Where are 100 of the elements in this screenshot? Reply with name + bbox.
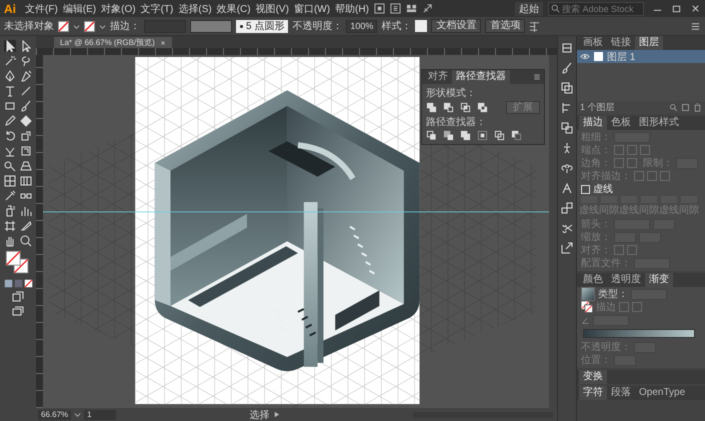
menu-item[interactable]: 效果(C) xyxy=(216,2,251,16)
eyedropper-icon[interactable] xyxy=(4,190,16,202)
align-grid-icon[interactable] xyxy=(529,20,540,32)
panel-tab[interactable]: 段落 xyxy=(607,386,635,400)
zoom-icon[interactable] xyxy=(20,235,32,247)
screen-mode-icon[interactable] xyxy=(12,306,24,318)
knife-icon[interactable] xyxy=(20,220,32,232)
panel-menu-icon[interactable] xyxy=(533,73,541,81)
stacked-squares-icon[interactable] xyxy=(561,82,573,94)
eye-icon[interactable] xyxy=(580,53,590,60)
export-icon[interactable] xyxy=(561,242,573,254)
outline-icon[interactable] xyxy=(494,130,505,141)
menu-item[interactable]: 文件(F) xyxy=(25,2,58,16)
panel-tab[interactable]: OpenType xyxy=(635,386,690,400)
fill-none-swatch[interactable] xyxy=(58,20,69,32)
menu-item[interactable]: 窗口(W) xyxy=(294,2,330,16)
caret-icon[interactable] xyxy=(73,22,80,30)
sprayer-icon[interactable] xyxy=(4,205,16,217)
scissors-icon[interactable] xyxy=(561,222,573,234)
document-tab[interactable]: La* @ 66.67% (RGB/预览) xyxy=(54,37,172,48)
stroke-none-swatch[interactable] xyxy=(84,20,95,32)
scale-icon[interactable] xyxy=(20,130,32,142)
opacity-field[interactable]: 100% xyxy=(346,20,378,32)
pen-icon[interactable] xyxy=(4,70,16,82)
menu-item[interactable]: 对象(O) xyxy=(101,2,136,16)
panel-tab[interactable]: 路径查找器 xyxy=(452,70,510,84)
free-transform-icon[interactable] xyxy=(20,145,32,157)
gradient-swatch[interactable] xyxy=(581,287,595,301)
bar-graph-icon[interactable] xyxy=(20,205,32,217)
panel-tab[interactable]: 渐变 xyxy=(645,273,673,287)
panel-tab[interactable]: 字符 xyxy=(579,386,607,400)
trim-icon[interactable] xyxy=(443,130,454,141)
lasso-icon[interactable] xyxy=(20,55,32,67)
caret-icon[interactable] xyxy=(74,411,82,418)
brush-icon[interactable] xyxy=(561,62,573,74)
divide-icon[interactable] xyxy=(426,130,437,141)
curved-pen-icon[interactable] xyxy=(20,70,32,82)
panel-tab[interactable]: 画板 xyxy=(579,36,607,50)
align-icon[interactable] xyxy=(561,102,573,114)
menu-item[interactable]: 帮助(H) xyxy=(335,2,369,16)
magic-wand-icon[interactable] xyxy=(4,55,16,67)
none-mode-icon[interactable] xyxy=(24,279,32,288)
minus-front-icon[interactable] xyxy=(443,102,454,113)
mesh-icon[interactable] xyxy=(4,175,16,187)
workspace-switcher[interactable]: 起始 xyxy=(515,2,543,16)
exclude-icon[interactable] xyxy=(477,102,488,113)
close-icon[interactable] xyxy=(690,3,701,14)
menu-item[interactable]: 选择(S) xyxy=(178,2,212,16)
artboard-field[interactable]: 1 xyxy=(84,410,116,420)
crop-icon[interactable] xyxy=(477,130,488,141)
menu-item[interactable]: 编辑(E) xyxy=(62,2,96,16)
toolbar-button[interactable]: 文档设置 xyxy=(431,19,482,33)
brush-dropdown[interactable]: 5 点圆形 xyxy=(236,20,288,32)
brush-icon[interactable] xyxy=(20,100,32,112)
fill-stroke-swatches[interactable] xyxy=(581,301,593,313)
panel-tab[interactable]: 链接 xyxy=(607,36,635,50)
panel-tab[interactable]: 变换 xyxy=(579,370,607,384)
layer-row[interactable]: 图层 1 xyxy=(577,50,705,63)
menu-item[interactable]: 视图(V) xyxy=(256,2,289,16)
pathfinder-icon[interactable] xyxy=(561,122,573,134)
toolbar-button[interactable]: 首选项 xyxy=(485,19,526,33)
hollow-arrow-icon[interactable] xyxy=(20,40,32,52)
close-icon[interactable] xyxy=(160,40,166,46)
draw-mode-icon[interactable] xyxy=(12,291,24,303)
trash-icon[interactable] xyxy=(693,103,702,112)
width-icon[interactable] xyxy=(4,145,16,157)
shape-builder-icon[interactable] xyxy=(4,160,16,172)
rotate-icon[interactable] xyxy=(4,130,16,142)
panel-tab[interactable]: 图层 xyxy=(635,36,663,50)
unite-icon[interactable] xyxy=(426,102,437,113)
gradient-icon[interactable] xyxy=(20,175,32,187)
arrange-documents-icon[interactable] xyxy=(406,3,417,14)
panel-tab[interactable]: 透明度 xyxy=(607,273,645,287)
selection-arrow-icon[interactable] xyxy=(4,40,16,52)
eraser-icon[interactable] xyxy=(20,115,32,127)
menu-icon[interactable] xyxy=(690,20,701,32)
line-icon[interactable] xyxy=(20,85,32,97)
menu-item[interactable]: 文字(T) xyxy=(140,2,174,16)
play-icon[interactable] xyxy=(272,411,280,418)
variable-width-field[interactable] xyxy=(190,20,232,32)
color-mode-icon[interactable] xyxy=(4,279,12,288)
rectangle-icon[interactable] xyxy=(4,100,16,112)
search-icon[interactable] xyxy=(669,103,678,112)
intersect-icon[interactable] xyxy=(460,102,471,113)
type-icon[interactable] xyxy=(4,85,16,97)
style-swatch[interactable] xyxy=(415,20,428,32)
new-layer-icon[interactable] xyxy=(681,103,690,112)
zoom-field[interactable]: 66.67% xyxy=(38,410,72,420)
fill-stroke-swatches[interactable] xyxy=(5,250,31,276)
transform-icon[interactable] xyxy=(561,202,573,214)
hand-icon[interactable] xyxy=(4,235,16,247)
search-field[interactable]: 搜索 Adobe Stock xyxy=(548,2,644,16)
caret-icon[interactable] xyxy=(99,22,106,30)
artboard-icon[interactable] xyxy=(4,220,16,232)
vertical-scrollbar[interactable] xyxy=(549,55,557,408)
minus-back-icon[interactable] xyxy=(511,130,522,141)
pencil-icon[interactable] xyxy=(4,115,16,127)
merge-icon[interactable] xyxy=(460,130,471,141)
perspective-grid-icon[interactable] xyxy=(20,160,32,172)
restore-icon[interactable] xyxy=(671,3,682,14)
